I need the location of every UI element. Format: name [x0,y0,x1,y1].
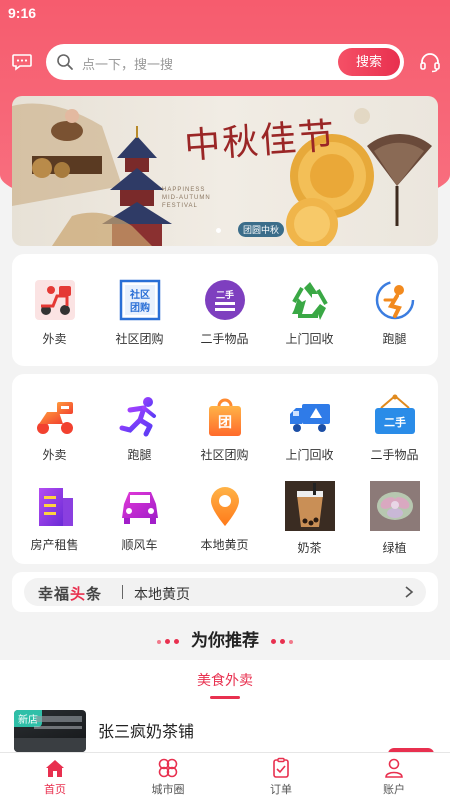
decorative-dots-left [155,633,181,651]
category-errand[interactable]: 跑腿 [97,394,182,463]
tab-active-indicator [210,696,240,699]
headset-icon[interactable] [418,50,442,74]
community-group-buy-icon: 社区 团购 [119,279,160,321]
bottom-tab-bar: 首页 城市圈 订单 账户 [0,752,450,800]
shop-name[interactable]: 张三疯奶茶铺 [98,718,194,742]
quick-item-takeout[interactable]: 外卖 [12,278,97,347]
categories-card: 外卖 跑腿 团 社区团购 上门回收 二手 二手物品 房产租售 顺风车 本地黄页 … [12,374,438,564]
tab-food-delivery[interactable]: 美食外卖 [0,670,450,690]
account-icon [385,758,403,778]
news-logo: 幸福头条 [38,586,103,603]
chevron-right-icon[interactable] [402,585,416,599]
milk-tea-photo [284,481,335,531]
shop-thumbnail[interactable]: 新店 [14,710,86,752]
quick-item-recycle[interactable]: 上门回收 [267,278,352,347]
building-icon [38,488,73,526]
banner-stamp: 团圆中秋 [238,222,285,237]
tab-home[interactable]: 首页 [10,757,100,797]
second-hand-sign-icon: 二手 [374,394,415,434]
news-bar[interactable]: 幸福头条 本地黄页 [12,572,438,612]
scooter-icon [36,402,73,434]
truck-icon [289,404,330,432]
running-man-icon [119,397,156,437]
banner-english: HAPPINESS MID-AUTUMN FESTIVAL [162,187,211,209]
tab-orders[interactable]: 订单 [236,757,326,797]
category-second-hand[interactable]: 二手 二手物品 [352,394,437,463]
recommend-section: 美食外卖 新店 张三疯奶茶铺 [0,660,450,756]
category-recycle[interactable]: 上门回收 [267,394,352,463]
category-plants[interactable]: 绿植 [352,481,437,556]
decorative-dots-right [269,633,295,651]
city-circle-icon [158,758,178,778]
news-inner: 幸福头条 本地黄页 [24,578,426,606]
promo-banner[interactable]: 中秋佳节 HAPPINESS MID-AUTUMN FESTIVAL 团圆中秋 [12,96,438,246]
category-milk-tea[interactable]: 奶茶 [267,481,352,556]
search-bar[interactable]: 点一下，搜一搜 搜索 [46,44,404,80]
banner-calligraphy: 中秋佳节 [182,115,338,168]
chat-icon[interactable] [10,50,34,74]
location-pin-icon [210,487,239,526]
second-hand-icon: 二手 [204,280,245,320]
quick-item-errand[interactable]: 跑腿 [352,278,437,347]
search-button[interactable]: 搜索 [338,48,400,76]
succulent-photo [369,481,420,531]
status-bar: 9:16 [0,0,450,28]
tab-city-circle[interactable]: 城市圈 [123,757,213,797]
status-time: 9:16 [8,5,37,21]
delivery-scooter-icon [34,280,75,320]
search-input[interactable]: 点一下，搜一搜 [82,54,173,73]
top-bar: 点一下，搜一搜 搜索 [0,42,450,82]
shop-photo [14,716,86,752]
quick-item-second-hand[interactable]: 二手 二手物品 [182,278,267,347]
category-yellow-pages[interactable]: 本地黄页 [182,484,267,553]
recommend-heading: 为你推荐 [0,626,450,651]
svg-text:社区: 社区 [129,288,150,301]
tab-account[interactable]: 账户 [349,757,439,797]
quick-item-group-buy[interactable]: 社区 团购 社区团购 [97,278,182,347]
orders-icon [273,757,289,778]
category-group-buy[interactable]: 团 社区团购 [182,394,267,463]
news-headline[interactable]: 本地黄页 [134,584,190,604]
category-takeout[interactable]: 外卖 [12,394,97,463]
errand-runner-icon [375,280,414,320]
svg-text:二手: 二手 [384,415,406,429]
category-carpool[interactable]: 顺风车 [97,484,182,553]
shopping-bag-icon: 团 [208,398,241,436]
category-real-estate[interactable]: 房产租售 [12,484,97,553]
home-icon [46,760,64,777]
svg-text:二手: 二手 [215,289,233,301]
search-icon [57,54,73,70]
carousel-dot-active[interactable] [216,228,221,233]
recycle-icon [291,282,328,320]
quick-services-card: 外卖 社区 团购 社区团购 二手 二手物品 上门回收 跑腿 [12,254,438,366]
svg-text:团购: 团购 [130,301,150,314]
svg-text:团: 团 [218,415,232,431]
car-icon [121,492,158,524]
news-divider [122,585,123,599]
